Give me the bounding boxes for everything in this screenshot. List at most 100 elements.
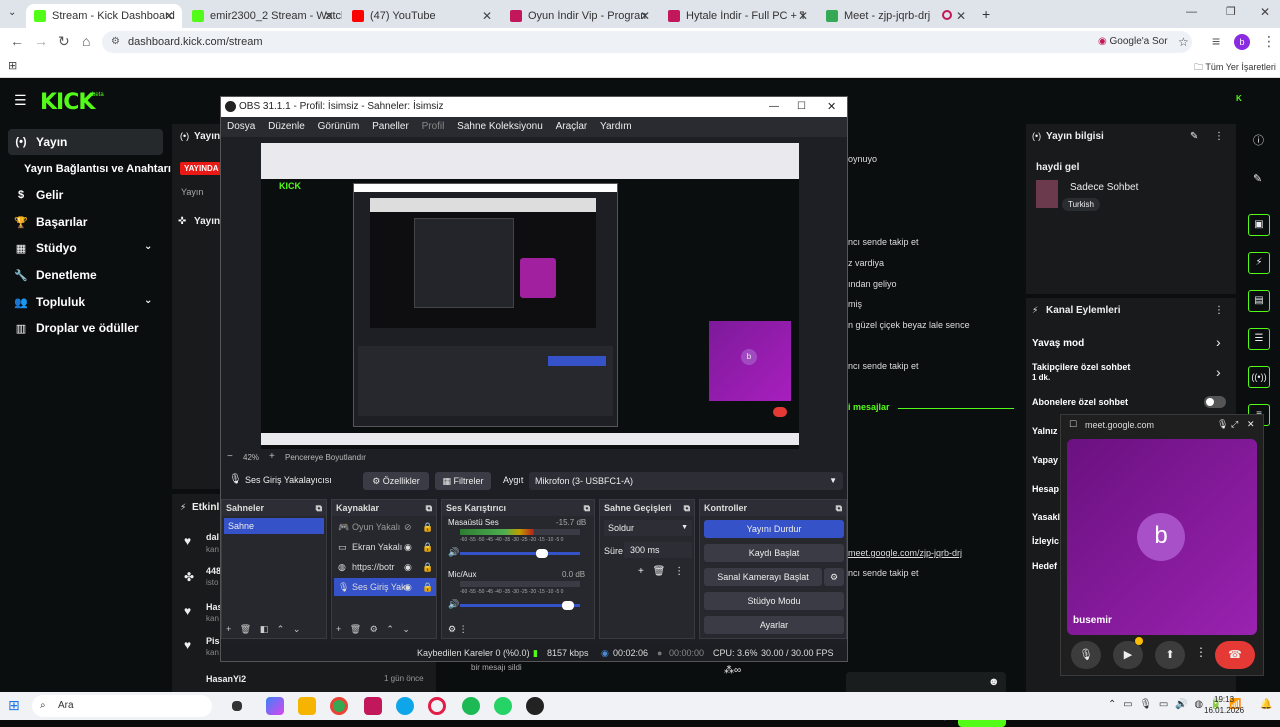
mute-speaker-icon[interactable]: 🔊 (448, 547, 459, 558)
tab-emir-stream[interactable]: emir2300_2 Stream - Watch Liv ✕ (184, 4, 342, 28)
tool-icon[interactable]: ▤ (1248, 290, 1270, 312)
google-lens-button[interactable]: ◉ Google'a Sor (1098, 31, 1168, 53)
back-icon[interactable]: ← (10, 33, 24, 49)
undock-icon[interactable]: ⧉ (426, 500, 432, 516)
action-slow-mode[interactable]: Yavaş mod (1032, 338, 1084, 349)
spotify-icon[interactable] (462, 697, 480, 715)
address-bar[interactable]: ⚙ dashboard.kick.com/stream ◉ Google'a S… (102, 31, 1192, 53)
studio-mode-button[interactable]: Stüdyo Modu (704, 592, 844, 610)
new-tab-button[interactable]: + (982, 6, 990, 22)
sidebar-item-droplar[interactable]: ▥ Droplar ve ödüller (8, 315, 163, 341)
start-recording-button[interactable]: Kaydı Başlat (704, 544, 844, 562)
tab-search-icon[interactable]: ⌄ (8, 7, 16, 18)
add-icon[interactable]: + (336, 624, 341, 634)
apps-grid-icon[interactable]: ⊞ (8, 59, 17, 72)
menu-paneller[interactable]: Paneller (372, 121, 409, 132)
tab-meet[interactable]: Meet - zjp-jqrb-drj ✕ (818, 4, 974, 28)
start-virtual-camera-button[interactable]: Sanal Kamerayı Başlat (704, 568, 822, 586)
delete-icon[interactable]: 🗑 (240, 624, 251, 634)
sidebar-item-denetleme[interactable]: 🔧 Denetleme (8, 262, 163, 288)
chat-input[interactable] (846, 672, 1006, 694)
transition-select[interactable]: Soldur ▼ (604, 520, 692, 536)
close-icon[interactable]: ✕ (798, 9, 808, 23)
tool-icon[interactable]: ((•)) (1248, 366, 1270, 388)
mute-speaker-icon[interactable]: 🔊 (448, 599, 459, 610)
more-icon[interactable]: ⋮ (674, 566, 684, 577)
up-icon[interactable]: ⌃ (277, 624, 285, 634)
zoom-out-icon[interactable]: − (227, 451, 233, 462)
sidebar-item-gelir[interactable]: $ Gelir (8, 182, 163, 208)
sidebar-item-yayin[interactable]: (•) Yayın (8, 129, 163, 155)
menu-araclar[interactable]: Araçlar (556, 121, 588, 132)
camera-button[interactable]: ▶ (1113, 641, 1143, 669)
forward-icon[interactable]: → (34, 33, 48, 49)
action-item[interactable]: Yapay (1032, 455, 1058, 465)
minimize-icon[interactable]: — (1186, 6, 1197, 18)
kick-mini-logo[interactable]: K (1236, 94, 1242, 103)
bookmark-star-icon[interactable]: ☆ (1178, 31, 1189, 53)
eye-off-icon[interactable]: ⊘ (404, 518, 412, 536)
filters-button[interactable]: ▦ Filtreler (435, 472, 491, 490)
action-followers-only[interactable]: Takipçilere özel sohbet (1032, 362, 1130, 372)
settings-button[interactable]: Ayarlar (704, 616, 844, 634)
stop-streaming-button[interactable]: Yayını Durdur (704, 520, 844, 538)
more-icon[interactable]: ⋮ (1262, 33, 1276, 50)
lock-icon[interactable]: 🔒 (422, 538, 433, 556)
filter-icon[interactable]: ◧ (260, 624, 269, 634)
sidebar-item-basarilar[interactable]: 🏆 Başarılar (8, 209, 163, 235)
add-icon[interactable]: + (638, 566, 644, 577)
pencil-icon[interactable]: ✎ (1253, 172, 1262, 185)
chat-link[interactable]: meet.google.com/zjp-jqrb-drj (848, 548, 962, 558)
tool-icon[interactable]: ⚡ (1248, 252, 1270, 274)
lock-icon[interactable]: 🔒 (422, 518, 433, 536)
delete-icon[interactable]: 🗑 (653, 566, 666, 577)
home-icon[interactable]: ⌂ (82, 33, 90, 49)
delete-icon[interactable]: 🗑 (350, 624, 361, 634)
chat-users-icon[interactable]: ⁂∞ (724, 665, 741, 676)
sidebar-item-studyo[interactable]: ▦ Stüdyo ⌄ (8, 235, 163, 261)
close-icon[interactable]: ✕ (1247, 419, 1255, 430)
close-icon[interactable]: ✕ (827, 97, 836, 117)
source-item-browser[interactable]: ◍ https://botr ◉ 🔒 (334, 558, 436, 576)
virtual-camera-settings-button[interactable]: ⚙ (824, 568, 844, 586)
undock-icon[interactable]: ⧉ (584, 500, 590, 516)
emoji-icon[interactable]: ☻ (988, 676, 1000, 688)
lock-icon[interactable]: 🔒 (422, 578, 433, 596)
device-select[interactable]: Mikrofon (3- USBFC1-A) ▼ (529, 472, 843, 490)
up-icon[interactable]: ⌃ (386, 624, 394, 634)
action-item[interactable]: Yalnız (1032, 426, 1058, 436)
hamburger-menu-icon[interactable]: ☰ (14, 92, 27, 109)
file-explorer-icon[interactable] (298, 697, 316, 715)
close-icon[interactable]: ✕ (956, 9, 966, 23)
tab-oyun-indir[interactable]: Oyun İndir Vip - Program İndir ✕ (502, 4, 658, 28)
volume-knob[interactable] (536, 549, 548, 558)
scene-item[interactable]: Sahne (224, 518, 324, 534)
maximize-icon[interactable]: ❐ (1226, 5, 1236, 18)
eye-icon[interactable]: ◉ (404, 578, 412, 596)
maximize-icon[interactable]: ☐ (797, 97, 806, 117)
tab-kick-dashboard[interactable]: Stream - Kick Dashboard ✕ (26, 4, 182, 28)
mixer-settings-icon[interactable]: ⚙ ⋮ (448, 624, 468, 635)
edit-icon[interactable]: ✎ (1190, 131, 1198, 142)
kick-logo[interactable]: KICK (40, 90, 95, 115)
site-info-icon[interactable]: ⚙ (111, 31, 120, 53)
undock-icon[interactable]: ⧉ (836, 500, 842, 516)
chrome-icon[interactable] (330, 697, 348, 715)
source-item-screen[interactable]: ▭ Ekran Yakalı ◉ 🔒 (334, 538, 436, 556)
more-icon[interactable]: ⋮ (1214, 131, 1224, 142)
menu-gorunum[interactable]: Görünüm (318, 121, 360, 132)
minimize-icon[interactable]: — (769, 97, 779, 117)
obs-preview[interactable]: KICK b (261, 143, 799, 449)
app-icon[interactable] (364, 697, 382, 715)
menu-duzenle[interactable]: Düzenle (268, 121, 305, 132)
source-item-game[interactable]: 🎮 Oyun Yakalı ⊘ 🔒 (334, 518, 436, 536)
eye-icon[interactable]: ◉ (404, 538, 412, 556)
action-item[interactable]: Hedef (1032, 561, 1057, 571)
obs-taskbar-icon[interactable] (526, 697, 544, 715)
subscribers-toggle[interactable] (1204, 396, 1226, 408)
fit-to-window[interactable]: Pencereye Boyutlandır (285, 453, 366, 462)
mic-button[interactable]: 🎙 (1071, 641, 1101, 669)
end-call-button[interactable]: ☎ (1215, 641, 1255, 669)
info-icon[interactable]: ⓘ (1253, 132, 1264, 148)
sidebar-item-stream-key[interactable]: Yayın Bağlantısı ve Anahtarı (18, 156, 173, 182)
